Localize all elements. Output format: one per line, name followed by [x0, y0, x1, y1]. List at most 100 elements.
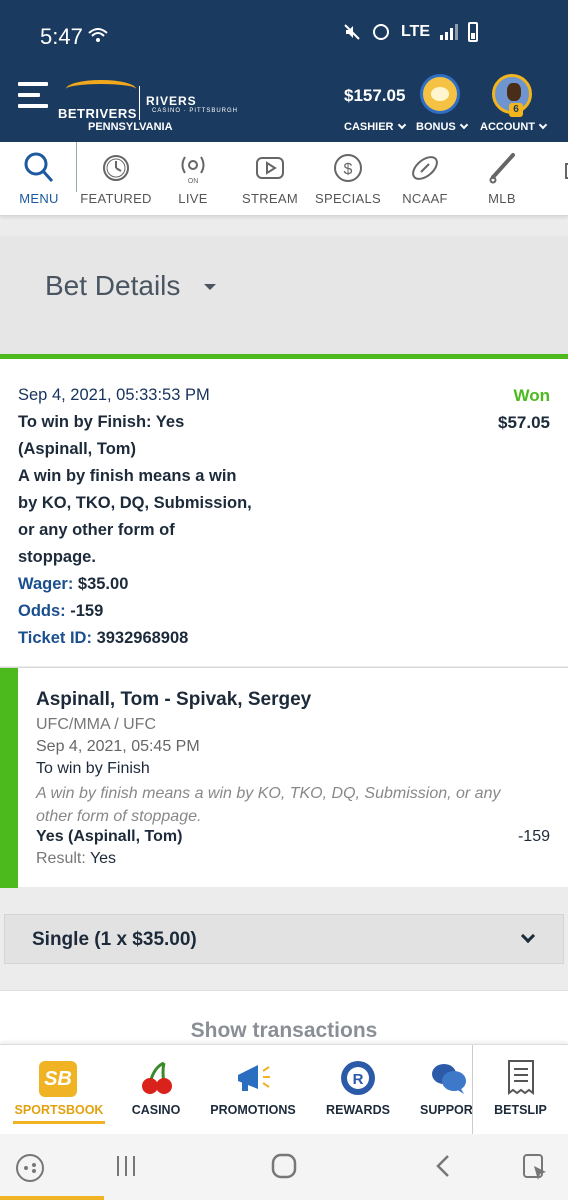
category-label: STREAM: [242, 191, 298, 206]
screenshot-assist-icon[interactable]: [520, 1152, 550, 1182]
status-time: 5:47: [40, 24, 83, 49]
category-more[interactable]: [540, 142, 568, 215]
bonus-menu[interactable]: BONUS: [416, 120, 468, 133]
bet-status-badge: Won: [513, 386, 550, 405]
result-value: Yes: [89, 850, 117, 867]
svg-text:R: R: [353, 1071, 364, 1088]
play-icon: [256, 157, 284, 179]
gesture-accent-bar: [0, 1196, 104, 1200]
bet-details-header[interactable]: Bet Details: [0, 236, 568, 354]
betslip-icon: [508, 1060, 534, 1095]
chevron-down-icon: [397, 120, 406, 130]
chat-icon: [432, 1064, 466, 1094]
category-featured[interactable]: FEATURED: [77, 142, 155, 215]
signal-icon: [440, 24, 458, 40]
selection-result: Result: Yes: [36, 850, 116, 868]
nav-rewards[interactable]: R REWARDS: [314, 1045, 402, 1135]
odds-row: Odds: -159: [18, 602, 103, 621]
show-transactions-link[interactable]: Show transactions: [0, 1019, 568, 1043]
bet-description-line: stoppage.: [18, 548, 96, 566]
market-description: A win by finish means a win by KO, TKO, …: [36, 785, 501, 825]
brand-logo[interactable]: BETRIVERS: [58, 106, 137, 121]
network-type: LTE: [400, 23, 430, 40]
caret-down-icon: [204, 284, 216, 290]
category-stream[interactable]: STREAM: [231, 142, 309, 215]
partner-logo: RIVERS: [146, 94, 197, 108]
dollar-icon: $: [334, 154, 362, 182]
hamburger-menu-icon[interactable]: [18, 82, 48, 112]
account-menu[interactable]: ACCOUNT: [480, 120, 548, 133]
bet-description-line: by KO, TKO, DQ, Submission,: [18, 494, 252, 512]
nav-label: BETSLIP: [494, 1103, 547, 1117]
bet-payout: $57.05: [498, 413, 550, 432]
game-launcher-icon[interactable]: [14, 1152, 46, 1184]
nav-label: SUPPOR: [420, 1103, 472, 1117]
account-label: ACCOUNT: [480, 121, 535, 133]
wifi-icon: [88, 28, 108, 42]
bet-selection-line: To win by Finish: Yes: [18, 413, 185, 431]
bet-description-line: or any other form of: [18, 521, 175, 539]
page-title: Bet Details: [45, 270, 181, 301]
bet-summary-card: Sep 4, 2021, 05:33:53 PM To win by Finis…: [0, 354, 568, 666]
category-menu[interactable]: MENU: [0, 142, 78, 215]
selection-odds: -159: [517, 828, 550, 845]
single-bet-toggle[interactable]: Single (1 x $35.00): [4, 914, 564, 964]
nav-support[interactable]: SUPPOR: [406, 1045, 472, 1135]
partner-sub: CASINO · PITTSBURGH: [152, 108, 239, 114]
recent-apps-icon[interactable]: [112, 1152, 140, 1180]
result-label: Result:: [36, 850, 86, 867]
bet-placed-date: Sep 4, 2021, 05:33:53 PM: [18, 386, 210, 404]
more-category-icon: [565, 163, 568, 179]
ticket-row: Ticket ID: 3932968908: [18, 629, 188, 648]
baseball-bat-icon: [489, 153, 515, 184]
account-balance[interactable]: $157.05: [344, 86, 405, 106]
live-on-icon: ON: [181, 156, 205, 184]
event-name[interactable]: Aspinall, Tom - Spivak, Sergey: [36, 689, 311, 711]
category-label: NCAAF: [402, 191, 448, 206]
nav-casino[interactable]: CASINO: [118, 1045, 194, 1135]
logo-arc: [66, 80, 136, 98]
wager-row: Wager: $35.00: [18, 575, 128, 594]
android-nav-bar: [0, 1134, 568, 1200]
odds-label: Odds:: [18, 602, 66, 620]
league-name: UFC/MMA / UFC: [36, 716, 156, 733]
bonus-avatar[interactable]: [420, 74, 460, 114]
nav-betslip[interactable]: BETSLIP: [473, 1045, 568, 1135]
level-badge: 6: [509, 103, 523, 117]
ticket-value: 3932968908: [96, 629, 189, 647]
wager-value: $35.00: [77, 575, 129, 593]
rewards-icon: R: [341, 1061, 375, 1095]
app-header: BETRIVERS RIVERS CASINO · PITTSBURGH PEN…: [0, 72, 568, 142]
category-nav: MENU FEATURED ON LIVE STREAM $ SPECIALS …: [0, 142, 568, 216]
category-label: FEATURED: [80, 191, 152, 206]
account-avatar[interactable]: 6: [492, 74, 532, 117]
nav-label: REWARDS: [326, 1103, 390, 1117]
football-icon: [412, 156, 438, 180]
svg-text:$: $: [344, 161, 353, 178]
category-ncaaf[interactable]: NCAAF: [386, 142, 464, 215]
win-indicator-bar: [0, 668, 18, 888]
active-tab-underline: [13, 1121, 105, 1124]
nav-label: SPORTSBOOK: [14, 1103, 104, 1117]
nav-label: CASINO: [131, 1103, 181, 1117]
back-icon[interactable]: [430, 1152, 458, 1180]
cashier-menu[interactable]: CASHIER: [344, 120, 406, 133]
odds-value: -159: [70, 602, 104, 620]
category-label: SPECIALS: [315, 191, 381, 206]
state-name: PENNSYLVANIA: [88, 121, 173, 133]
bet-selection-line: (Aspinall, Tom): [18, 440, 136, 458]
home-icon[interactable]: [270, 1152, 298, 1180]
nav-promotions[interactable]: PROMOTIONS: [200, 1045, 306, 1135]
nav-label: PROMOTIONS: [210, 1103, 296, 1117]
status-bar: 5:47 LTE: [0, 0, 568, 72]
nav-sportsbook[interactable]: SB SPORTSBOOK: [0, 1045, 118, 1135]
volte-icon: [372, 24, 389, 40]
category-specials[interactable]: $ SPECIALS: [309, 142, 387, 215]
wager-label: Wager:: [18, 575, 74, 593]
category-mlb[interactable]: MLB: [463, 142, 541, 215]
event-date: Sep 4, 2021, 05:45 PM: [36, 738, 200, 755]
selection-card: Aspinall, Tom - Spivak, Sergey UFC/MMA /…: [0, 667, 568, 888]
bonus-label: BONUS: [416, 121, 456, 133]
battery-icon: [468, 22, 478, 42]
category-live[interactable]: ON LIVE: [154, 142, 232, 215]
